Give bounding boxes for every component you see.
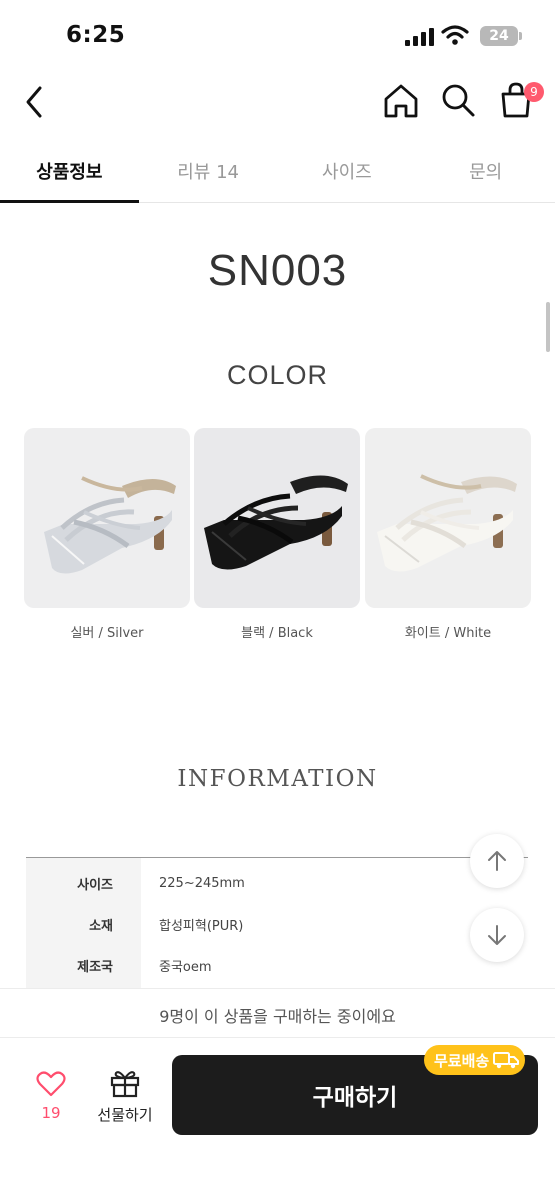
search-icon[interactable] <box>440 82 476 120</box>
color-card-silver[interactable] <box>24 428 190 608</box>
back-icon[interactable] <box>18 82 54 122</box>
color-options: 실버 / Silver 블랙 / Black 화이트 / White <box>24 428 531 658</box>
cart-count-badge: 9 <box>524 82 544 102</box>
like-count: 19 <box>41 1104 61 1122</box>
color-label-black: 블랙 / Black <box>241 626 313 641</box>
battery-icon: 24 <box>480 26 518 46</box>
information-heading: INFORMATION <box>177 766 378 792</box>
tab-reviews[interactable]: 리뷰 14 <box>139 140 278 202</box>
product-code: SN003 <box>207 246 348 295</box>
info-value: 합성피혁(PUR) <box>159 919 244 934</box>
scroll-bottom-button[interactable] <box>470 908 524 962</box>
info-value: 중국oem <box>159 960 212 975</box>
buyers-count-banner: 9명이 이 상품을 구매하는 중이에요 <box>0 988 555 1038</box>
tab-inquiry[interactable]: 문의 <box>416 140 555 202</box>
scroll-top-button[interactable] <box>470 834 524 888</box>
truck-icon <box>493 1052 520 1069</box>
free-shipping-label: 무료배송 <box>434 1051 490 1070</box>
information-table: 사이즈 225~245mm 소재 합성피혁(PUR) 제조국 중국oem <box>26 857 528 986</box>
tab-product-info[interactable]: 상품정보 <box>0 140 139 203</box>
heart-icon <box>36 1071 66 1097</box>
sandal-image-black <box>194 428 360 608</box>
home-icon[interactable] <box>382 82 420 120</box>
signal-icon <box>405 28 434 46</box>
sandal-image-silver <box>24 428 190 608</box>
color-label-white: 화이트 / White <box>404 626 492 641</box>
info-key: 사이즈 <box>26 863 141 904</box>
info-key: 제조국 <box>26 945 141 986</box>
table-row: 소재 합성피혁(PUR) <box>26 904 528 945</box>
table-row: 사이즈 225~245mm <box>26 863 528 904</box>
tab-size[interactable]: 사이즈 <box>278 140 417 202</box>
battery-tip <box>519 32 522 40</box>
status-time: 6:25 <box>66 22 126 48</box>
color-heading: COLOR <box>226 360 329 390</box>
sandal-image-white <box>365 428 531 608</box>
free-shipping-badge: 무료배송 <box>424 1045 526 1075</box>
wifi-icon <box>441 25 469 45</box>
color-label-silver: 실버 / Silver <box>70 626 144 641</box>
info-key: 소재 <box>26 904 141 945</box>
battery-level: 24 <box>489 28 509 44</box>
product-tabs: 상품정보 리뷰 14 사이즈 문의 <box>0 140 555 203</box>
app-header <box>0 70 555 132</box>
status-bar: 6:25 24 <box>0 0 555 70</box>
gift-button[interactable]: 선물하기 <box>90 1068 160 1128</box>
like-button[interactable]: 19 <box>22 1070 80 1130</box>
gift-icon <box>110 1071 140 1098</box>
arrow-up-icon <box>488 851 506 871</box>
color-card-black[interactable] <box>194 428 360 608</box>
gift-label: 선물하기 <box>97 1106 153 1124</box>
scrollbar[interactable] <box>546 302 550 352</box>
color-card-white[interactable] <box>365 428 531 608</box>
table-row: 제조국 중국oem <box>26 945 528 986</box>
info-value: 225~245mm <box>159 876 245 891</box>
arrow-down-icon <box>488 925 506 945</box>
